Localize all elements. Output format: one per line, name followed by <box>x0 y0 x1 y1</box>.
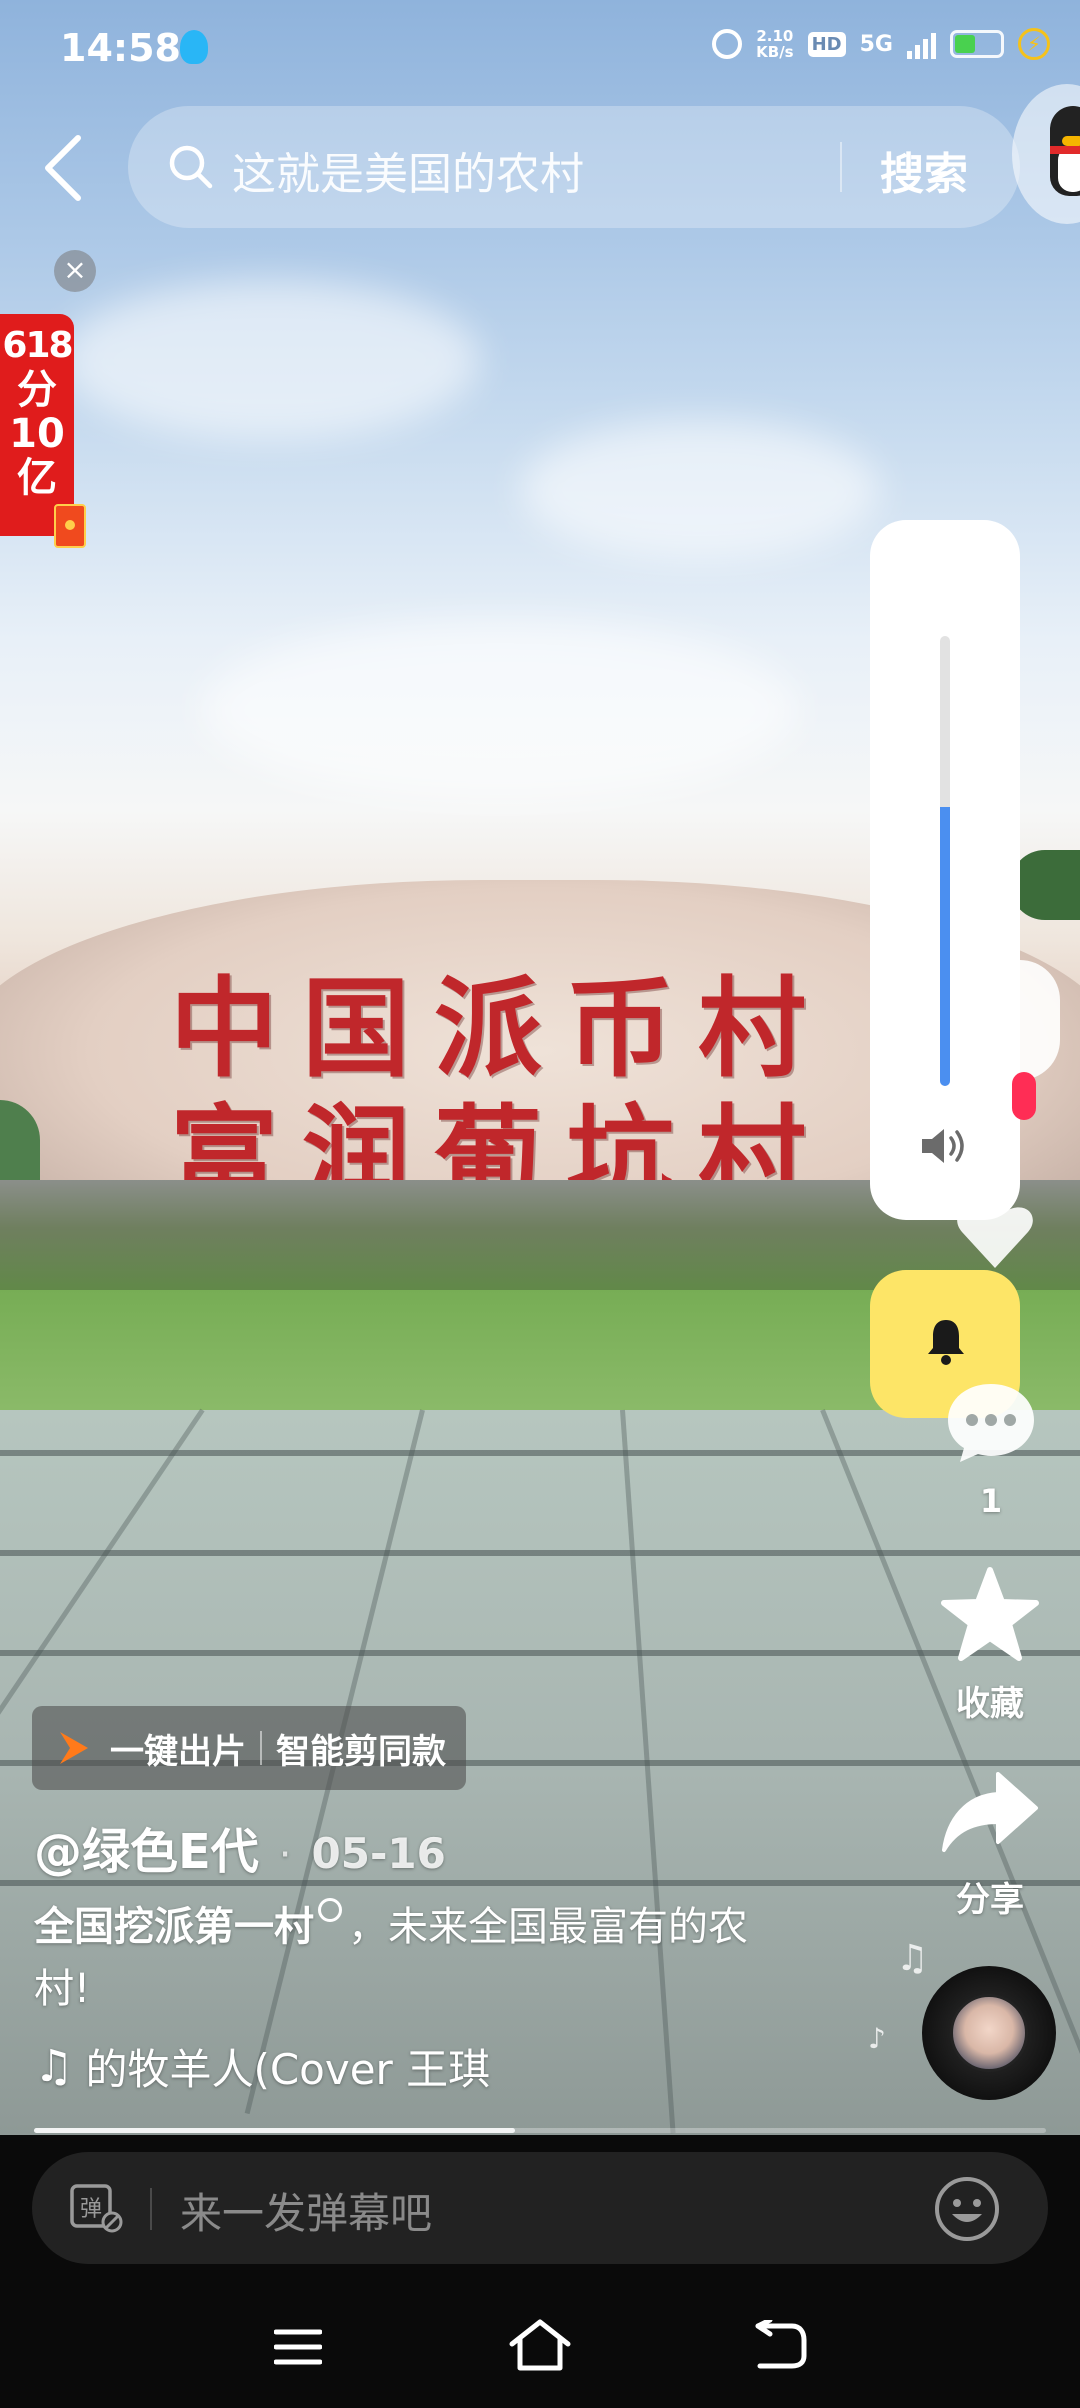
penguin-beak <box>1062 136 1080 146</box>
search-bar[interactable]: 这就是美国的农村 搜索 <box>128 106 1020 228</box>
share-icon[interactable] <box>940 1770 1040 1854</box>
danmaku-bar[interactable]: 弹 来一发弹幕吧 <box>32 2152 1048 2264</box>
network-label: 5G <box>859 31 893 57</box>
follow-dot[interactable] <box>1012 1072 1036 1120</box>
signal-icon <box>907 29 936 59</box>
charging-icon: ⚡ <box>1018 28 1050 60</box>
template-label: 智能剪同款 <box>276 1731 446 1772</box>
search-button[interactable]: 搜索 <box>880 138 968 202</box>
emoji-icon[interactable] <box>932 2174 1002 2244</box>
search-input[interactable]: 这就是美国的农村 <box>232 138 584 202</box>
music-note-icon: ♫ <box>34 2041 74 2092</box>
status-icons: 2.10 KB/s HD 5G ⚡ <box>712 28 1050 60</box>
net-speed-value: 2.10 <box>756 27 794 45</box>
volume-panel[interactable] <box>870 520 1020 1220</box>
battery-icon <box>950 30 1004 58</box>
topic-search-icon <box>318 1898 342 1922</box>
one-click-icon <box>60 1732 88 1764</box>
favorite-label: 收藏 <box>956 1684 1024 1724</box>
cloud-decoration <box>60 280 480 440</box>
red-envelope-icon <box>54 504 86 548</box>
menu-icon[interactable] <box>274 2326 322 2368</box>
cloud-decoration <box>520 420 880 560</box>
video-progress-fill <box>34 2128 515 2133</box>
post-caption: 全国挖派第一村 ，未来全国最富有的农村! <box>34 1896 794 2020</box>
search-divider <box>840 142 842 192</box>
video-progress[interactable] <box>34 2128 1046 2133</box>
bell-icon <box>928 1320 964 1365</box>
star-icon[interactable] <box>940 1566 1040 1662</box>
back-nav-icon[interactable] <box>754 2320 808 2370</box>
volume-fill <box>940 807 950 1086</box>
promo-line: 分 <box>17 367 57 413</box>
music-note-icon: ♫ <box>896 1938 929 1979</box>
share-label: 分享 <box>956 1880 1024 1920</box>
post-date: 05-16 <box>311 1829 446 1878</box>
one-click-label: 一键出片 <box>110 1731 246 1772</box>
promo-line: 亿 <box>17 455 57 501</box>
hd-icon: HD <box>807 31 846 57</box>
status-time: 14:58 <box>60 26 181 70</box>
music-title: 的牧羊人(Cover 王琪 <box>85 2045 491 2094</box>
cloud-decoration <box>200 620 800 800</box>
music-line[interactable]: ♫ 的牧羊人(Cover 王琪 <box>34 2036 490 2097</box>
penguin-scarf <box>1050 146 1080 154</box>
comment-icon[interactable] <box>944 1380 1038 1464</box>
search-icon <box>169 145 213 189</box>
home-icon[interactable] <box>508 2318 572 2372</box>
svg-text:弹: 弹 <box>80 2197 102 2222</box>
smart-edit-chip[interactable]: 一键出片 智能剪同款 <box>32 1706 466 1790</box>
plaza-line <box>0 1450 1080 1456</box>
music-note-icon: ♪ <box>868 2022 886 2055</box>
plaza-line <box>0 1550 1080 1556</box>
like-icon[interactable] <box>950 1200 1040 1270</box>
volume-slider[interactable] <box>940 636 950 1086</box>
system-nav-bar <box>0 2290 1080 2408</box>
status-bar: 14:58 2.10 KB/s HD 5G ⚡ <box>0 0 1080 100</box>
author-name[interactable]: @绿色E代 <box>34 1812 259 1882</box>
music-disc[interactable] <box>922 1966 1056 2100</box>
chip-divider <box>260 1731 262 1765</box>
comment-count: 1 <box>979 1482 1003 1520</box>
net-speed-unit: KB/s <box>756 43 794 61</box>
author-line: @绿色E代 · 05-16 <box>34 1812 446 1882</box>
qq-notification-icon <box>180 30 208 64</box>
danmaku-input[interactable]: 来一发弹幕吧 <box>180 2180 432 2241</box>
speaker-icon[interactable] <box>920 1126 972 1166</box>
tree-decoration <box>1010 850 1080 920</box>
plaza-line <box>620 1409 676 2134</box>
alarm-icon <box>712 29 743 59</box>
back-icon[interactable] <box>36 130 96 206</box>
promo-line: 10 <box>9 411 65 457</box>
net-speed: 2.10 KB/s <box>756 28 793 60</box>
promo-close-button[interactable]: × <box>54 250 96 292</box>
dot-separator: · <box>278 1832 292 1878</box>
music-cover-avatar <box>950 1994 1028 2072</box>
caption-topic-link[interactable]: 全国挖派第一村 <box>34 1904 314 1950</box>
danmaku-divider <box>150 2188 152 2230</box>
danmaku-toggle-icon[interactable]: 弹 <box>68 2182 124 2234</box>
promo-banner-618[interactable]: 618 分 10 亿 <box>0 314 74 536</box>
promo-line: 618 <box>2 325 73 366</box>
